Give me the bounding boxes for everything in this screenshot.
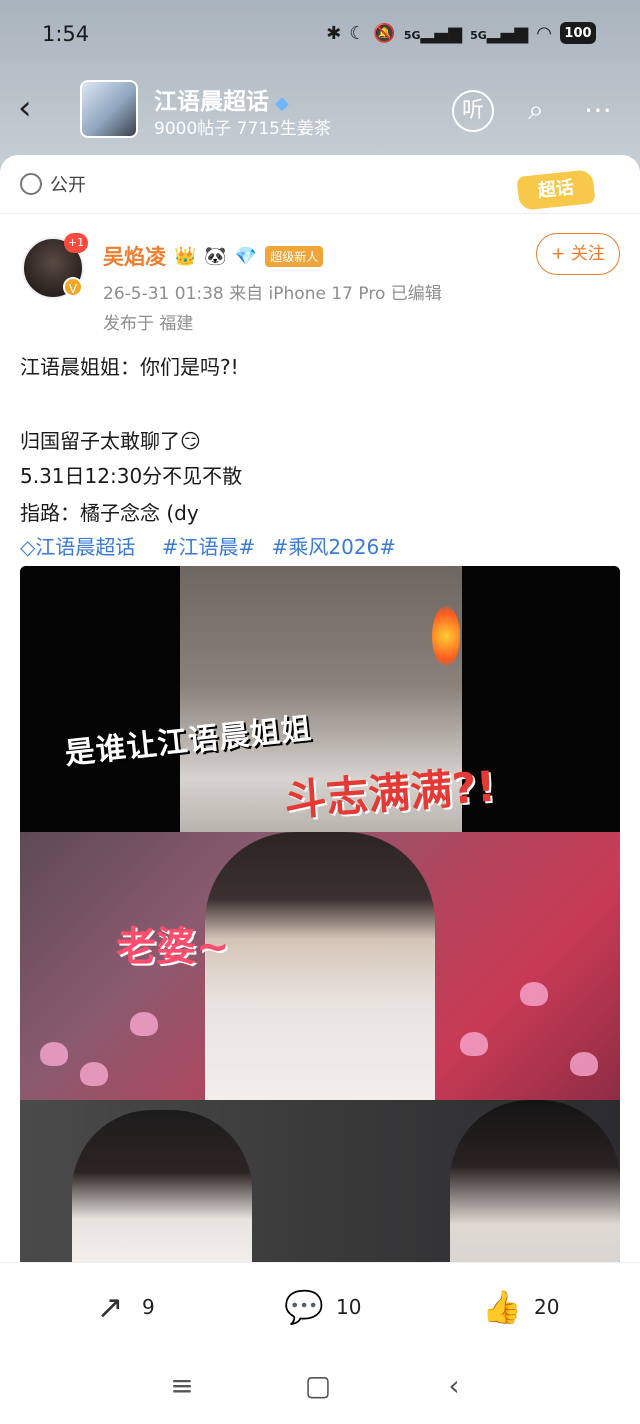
back-icon[interactable]: ‹ — [18, 88, 48, 128]
mute-icon: 🔕 — [373, 22, 396, 44]
heart-decoration — [130, 1012, 158, 1036]
repost-count: 9 — [142, 1295, 155, 1319]
heart-decoration — [80, 1062, 108, 1086]
visibility-row: 公开 — [20, 171, 86, 197]
diamond-medal-icon: 💎 — [234, 245, 258, 267]
heart-decoration — [570, 1052, 598, 1076]
follow-button[interactable]: + 关注 — [536, 233, 620, 275]
hashtag-row: ◇江语晨超话 #江语晨# #乘风2026# — [20, 531, 406, 560]
signal-5g-icon: 5G▂▄▆ — [403, 22, 463, 44]
globe-icon — [20, 173, 42, 195]
panda-icon: 🐼 — [204, 245, 227, 267]
post-line: 指路：橘子念念 (dy — [20, 501, 199, 525]
bluetooth-icon: ✱ — [326, 22, 342, 44]
flame-decoration — [432, 606, 460, 666]
image-panel-top: 是谁让江语晨姐姐 斗志满满?! — [20, 566, 620, 832]
system-nav-bar: ≡ ▢ ‹ — [0, 1350, 640, 1424]
topic-title[interactable]: 江语晨超话 ◆ — [154, 82, 289, 116]
post-line: 归国留子太敢聊了😏 — [20, 429, 201, 453]
repost-button[interactable]: ↗ 9 — [90, 1287, 155, 1327]
visibility-label: 公开 — [50, 175, 86, 196]
author-row: 吴焰凌 👑 🐼 💎 超级新人 — [103, 241, 324, 271]
post-card: 公开 超话 +1 V 吴焰凌 👑 🐼 💎 超级新人 26-5-31 01:38 … — [0, 155, 640, 1266]
post-line: 江语晨姐姐：你们是吗?! — [20, 355, 239, 379]
comment-icon: 💬 — [284, 1288, 324, 1326]
topic-avatar[interactable] — [80, 80, 138, 138]
photo-woman-smiling — [205, 832, 435, 1100]
image-caption: 老婆~ — [116, 924, 230, 970]
heart-decoration — [520, 982, 548, 1006]
super-topic-tag[interactable]: 超话 — [516, 169, 596, 211]
heart-decoration — [40, 1042, 68, 1066]
plus-one-badge: +1 — [64, 233, 88, 253]
wifi-icon: ◠ — [536, 22, 552, 44]
author-name[interactable]: 吴焰凌 — [103, 241, 166, 271]
status-icons: ✱ ☾ 🔕 5G▂▄▆ 5G▂▄▆ ◠ 100 — [326, 22, 596, 44]
status-bar: 1:54 ✱ ☾ 🔕 5G▂▄▆ 5G▂▄▆ ◠ 100 — [0, 0, 640, 72]
like-button[interactable]: 👍 20 — [482, 1287, 559, 1327]
diamond-icon: ◆ — [275, 93, 289, 114]
image-panel-middle: 老婆~ — [20, 832, 620, 1100]
photo-woman-right — [450, 1100, 620, 1266]
post-line: 5.31日12:30分不见不散 — [20, 464, 243, 488]
signal-5g-icon: 5G▂▄▆ — [470, 22, 529, 44]
post-meta: 26-5-31 01:38 来自 iPhone 17 Pro 已编辑 — [103, 284, 442, 304]
photo-woman-left — [72, 1110, 252, 1266]
share-icon: ↗ — [96, 1288, 124, 1326]
listen-icon[interactable]: 听 — [452, 90, 494, 132]
like-count: 20 — [534, 1295, 560, 1319]
battery-icon: 100 — [560, 22, 596, 44]
verified-icon: V — [63, 277, 83, 297]
comment-count: 10 — [336, 1295, 362, 1319]
super-newbie-badge: 超级新人 — [265, 245, 324, 267]
topic-header: ‹ 江语晨超话 ◆ 9000帖子 7715生姜茶 听 ⌕ ⋯ — [0, 78, 640, 142]
divider — [0, 213, 640, 214]
action-bar: ↗ 9 💬 10 👍 20 — [0, 1262, 640, 1350]
image-panel-bottom — [20, 1100, 620, 1266]
thumbs-up-icon: 👍 — [482, 1288, 522, 1326]
more-icon[interactable]: ⋯ — [578, 90, 618, 130]
status-time: 1:54 — [42, 22, 90, 46]
search-icon[interactable]: ⌕ — [516, 90, 556, 130]
back-nav-icon[interactable]: ‹ — [434, 1366, 474, 1406]
topic-stats: 9000帖子 7715生姜茶 — [154, 119, 331, 139]
hashtag-link[interactable]: #江语晨# — [162, 535, 256, 559]
home-icon[interactable]: ▢ — [298, 1366, 338, 1406]
crown-icon: 👑 — [174, 245, 197, 267]
super-topic-link[interactable]: ◇江语晨超话 — [20, 535, 145, 559]
menu-icon[interactable]: ≡ — [162, 1366, 202, 1406]
hashtag-link[interactable]: #乘风2026# — [272, 535, 396, 559]
heart-decoration — [460, 1032, 488, 1056]
moon-icon: ☾ — [349, 22, 366, 44]
comment-button[interactable]: 💬 10 — [284, 1287, 361, 1327]
post-location: 发布于 福建 — [103, 314, 194, 334]
post-image[interactable]: 是谁让江语晨姐姐 斗志满满?! 老婆~ — [20, 566, 620, 1266]
